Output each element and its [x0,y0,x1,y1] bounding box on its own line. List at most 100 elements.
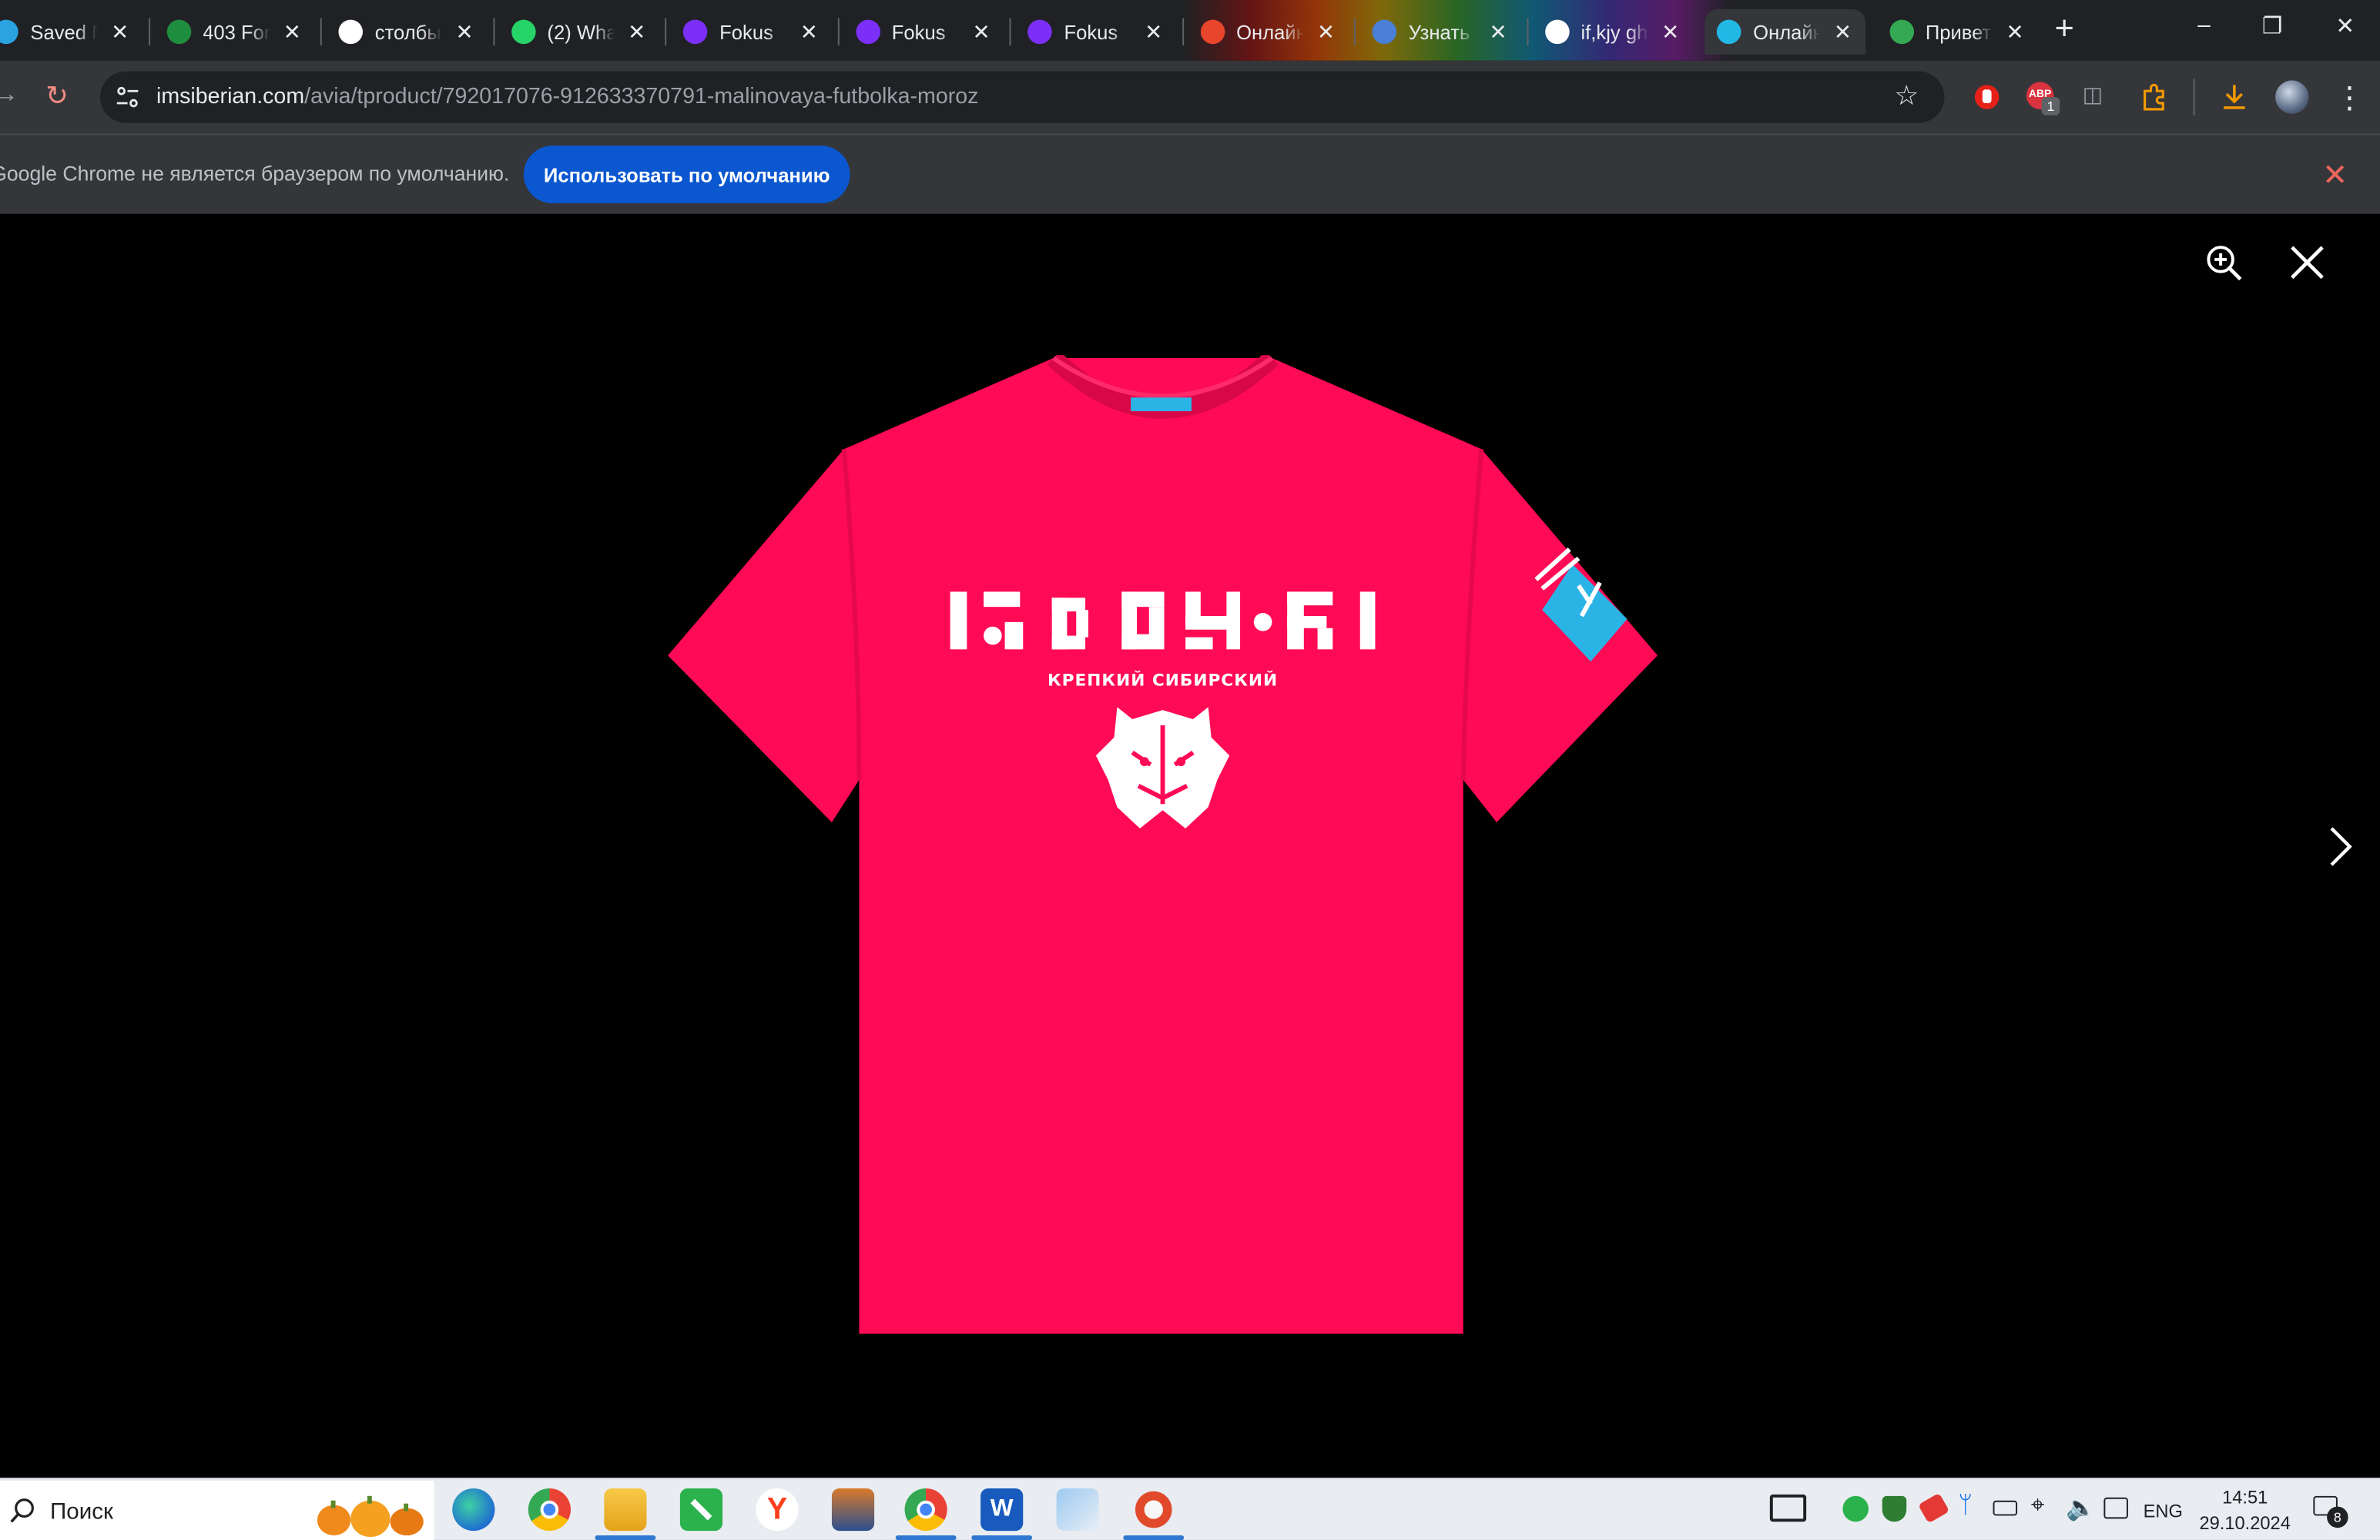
tab-title: (2) WhatsApp [547,20,614,44]
url-path: /avia/tproduct/792017076-912633370791-ma… [304,85,979,109]
browser-tab[interactable]: столбы ✕ [327,9,488,55]
volume-icon[interactable]: 🔈 [2066,1493,2096,1523]
tab-separator [148,18,150,46]
minimize-button[interactable]: – [2181,12,2227,49]
tab-title: Fokus [719,20,773,44]
browser-tab[interactable]: Fokus ✕ [1015,9,1176,55]
search-placeholder: Поиск [50,1498,113,1525]
battery-icon[interactable] [1993,1500,2018,1516]
browser-tab[interactable]: Узнать ✕ [1360,9,1521,55]
browser-tab[interactable]: Привет ✕ [1877,9,2038,55]
chrome-active-icon[interactable] [895,1488,957,1540]
camera-icon [1372,19,1397,45]
abp-badge: 1 [2041,97,2060,116]
tab-title: Привет [1925,20,1992,44]
tab-title: 403 Forbidden [203,20,270,44]
display-icon[interactable] [2103,1497,2128,1519]
game-app-icon[interactable] [831,1488,875,1532]
whatsapp-like-icon[interactable] [679,1488,723,1532]
browser-tab[interactable]: Онлайн ✕ [1188,9,1349,55]
clock[interactable]: 14:51 29.10.2024 [2197,1485,2294,1537]
tab-close-icon[interactable]: ✕ [1312,19,1339,45]
adblock-hand-icon[interactable] [1973,83,2000,110]
browser-tab[interactable]: Онлайн ✕ [1705,8,1865,55]
browser-tab[interactable]: Fokus ✕ [671,9,832,55]
tab-close-icon[interactable]: ✕ [279,19,306,45]
tab-close-icon[interactable]: ✕ [796,19,823,45]
language-indicator[interactable]: ENG [2144,1501,2183,1522]
browser-tab[interactable]: if,kjy gh ✕ [1532,9,1693,55]
tab-title: Fokus [891,20,946,44]
tab-title: столбы [374,20,441,44]
map-icon [1889,19,1914,45]
tab-close-icon[interactable]: ✕ [1140,19,1167,45]
utorrent-icon[interactable] [1842,1495,1869,1522]
notifications-icon[interactable]: 8 [2313,1493,2348,1528]
edge-icon[interactable] [452,1488,495,1532]
tab-title: Fokus [1064,20,1118,44]
reload-icon[interactable]: ↻ [45,80,69,112]
browser-tab[interactable]: 403 Forbidden ✕ [154,9,315,55]
image-viewer: КРЕПКИЙ СИБИРСКИЙ [0,213,2380,1478]
extensions-puzzle-icon[interactable] [2139,82,2169,112]
browser-toolbar: → ↻ imsiberian.com/avia/tproduct/7920170… [0,60,2380,134]
tray-app-icon[interactable] [1918,1492,1950,1524]
screen: Saved Messages✕403 Forbidden✕столбы✕(2) … [0,0,2380,1540]
menu-kebab-icon[interactable]: ⋮ [2335,79,2365,116]
clock-time: 14:51 [2222,1486,2268,1508]
google-icon [1544,19,1569,45]
chrome-icon[interactable] [528,1488,571,1532]
tab-close-icon[interactable]: ✕ [106,19,133,45]
infobar-message: Google Chrome не является браузером по у… [0,162,510,186]
snipping-tool-icon[interactable] [1123,1488,1185,1540]
forward-arrow-icon[interactable]: → [0,82,18,109]
word-icon[interactable]: W [971,1488,1033,1540]
browser-tab[interactable]: Fokus ✕ [843,9,1004,55]
close-viewer-icon[interactable] [2286,241,2328,283]
tab-close-icon[interactable]: ✕ [1657,19,1684,45]
address-bar[interactable]: imsiberian.com/avia/tproduct/792017076-9… [100,71,1945,123]
plus-icon [855,19,880,45]
yandex-browser-icon[interactable]: Y [756,1488,799,1532]
next-image-arrow-icon[interactable] [2322,824,2358,869]
tab-separator [1353,18,1356,46]
tab-close-icon[interactable]: ✕ [1829,19,1856,45]
news-widget-icon[interactable] [1769,1494,1807,1522]
window-close-button[interactable]: ✕ [2322,12,2368,49]
extension-icon[interactable]: ◫ [2083,82,2103,107]
defender-shield-icon[interactable] [1882,1495,1907,1522]
e-icon [1199,19,1225,45]
wifi-icon[interactable]: ⌖ [2031,1493,2045,1520]
set-default-button[interactable]: Использовать по умолчанию [523,146,850,204]
tab-title: Узнать [1408,20,1470,44]
bookmark-star-icon[interactable]: ☆ [1894,80,1919,112]
tab-separator [1009,18,1011,46]
infobar-close-icon[interactable]: ✕ [2322,156,2348,194]
tab-close-icon[interactable]: ✕ [967,19,994,45]
download-icon[interactable] [2219,82,2249,112]
tab-close-icon[interactable]: ✕ [623,19,650,45]
paint-icon[interactable] [1056,1488,1099,1532]
collar-tag [1131,397,1192,411]
tab-separator [1526,18,1528,46]
tab-close-icon[interactable]: ✕ [451,19,478,45]
browser-tab[interactable]: Saved Messages ✕ [0,9,142,55]
new-tab-button[interactable]: + [2046,12,2083,49]
profile-avatar[interactable] [2275,80,2309,114]
plus-icon [682,19,708,45]
tab-strip: Saved Messages✕403 Forbidden✕столбы✕(2) … [0,0,2380,61]
tab-separator [836,18,839,46]
taskbar-search-box[interactable]: Поиск [0,1481,434,1540]
file-explorer-icon[interactable] [595,1488,656,1540]
tab-close-icon[interactable]: ✕ [2001,19,2028,45]
site-settings-icon[interactable] [116,85,140,109]
zoom-in-icon[interactable] [2202,241,2244,283]
browser-tab[interactable]: (2) WhatsApp ✕ [498,9,659,55]
tab-separator [1182,18,1184,46]
pumpkins-icon [317,1495,424,1538]
tab-close-icon[interactable]: ✕ [1484,19,1511,45]
bluetooth-icon[interactable]: ᛘ [1958,1493,1973,1520]
notification-count: 8 [2327,1506,2348,1528]
restore-button[interactable]: ❐ [2250,12,2295,49]
abp-extension-icon[interactable]: ABP 1 [2026,82,2060,116]
